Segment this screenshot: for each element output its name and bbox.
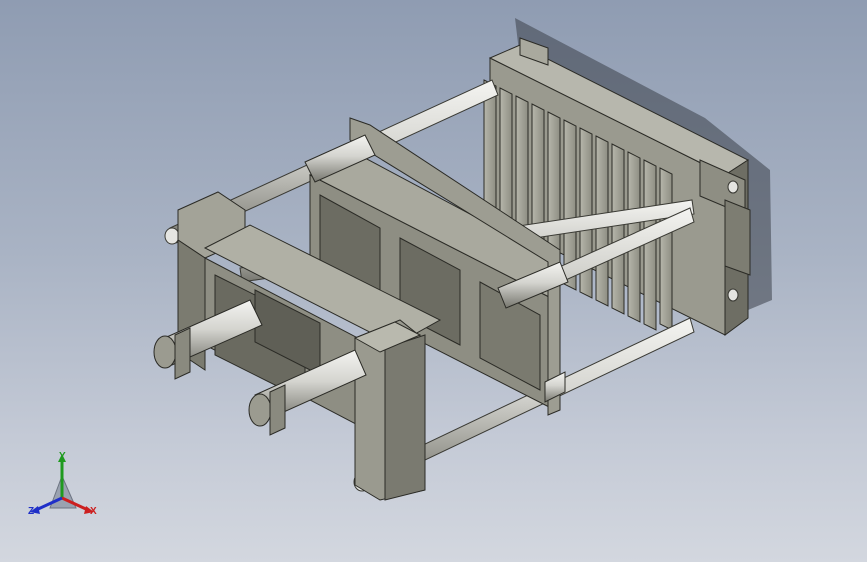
x-axis-label: X [90, 506, 97, 517]
z-axis-label: Z [28, 506, 35, 517]
y-axis-label: Y [59, 451, 66, 462]
graphics-viewport[interactable]: Y X Z [0, 0, 867, 562]
filter-press-model[interactable] [0, 0, 867, 562]
